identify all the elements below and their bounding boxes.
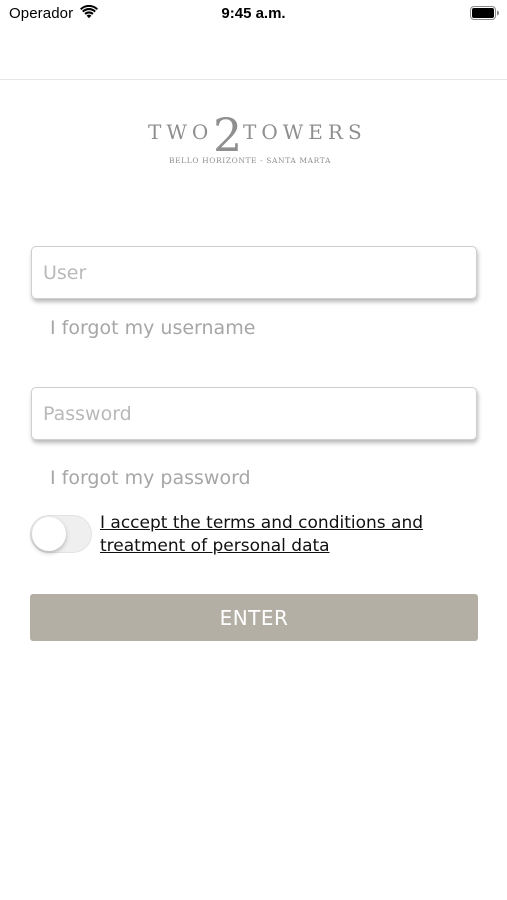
two-towers-logo: TWO 2 TOWERS BELLO HORIZONTE - SANTA MAR…: [0, 108, 507, 168]
logo-mark: TWO 2 TOWERS BELLO HORIZONTE - SANTA MAR…: [148, 108, 365, 165]
password-input[interactable]: [32, 388, 476, 439]
navigation-bar-divider: [0, 79, 507, 80]
logo-numeral: 2: [213, 108, 242, 162]
terms-and-conditions-link[interactable]: I accept the terms and conditions and tr…: [100, 512, 440, 558]
logo-word-towers: TOWERS: [243, 120, 365, 144]
logo-word-two: TWO: [148, 120, 213, 144]
forgot-password-link[interactable]: I forgot my password: [50, 467, 251, 489]
toggle-knob: [32, 517, 66, 551]
password-field[interactable]: [31, 387, 477, 440]
user-field[interactable]: [31, 246, 477, 299]
forgot-username-link[interactable]: I forgot my username: [50, 317, 255, 339]
logo-tagline: BELLO HORIZONTE - SANTA MARTA: [169, 156, 331, 165]
enter-button[interactable]: ENTER: [30, 594, 478, 641]
battery-icon: [470, 6, 500, 20]
terms-toggle[interactable]: [30, 515, 92, 553]
status-bar: Operador 9:45 a.m.: [0, 0, 507, 30]
user-input[interactable]: [32, 247, 476, 298]
status-time: 9:45 a.m.: [221, 5, 286, 22]
